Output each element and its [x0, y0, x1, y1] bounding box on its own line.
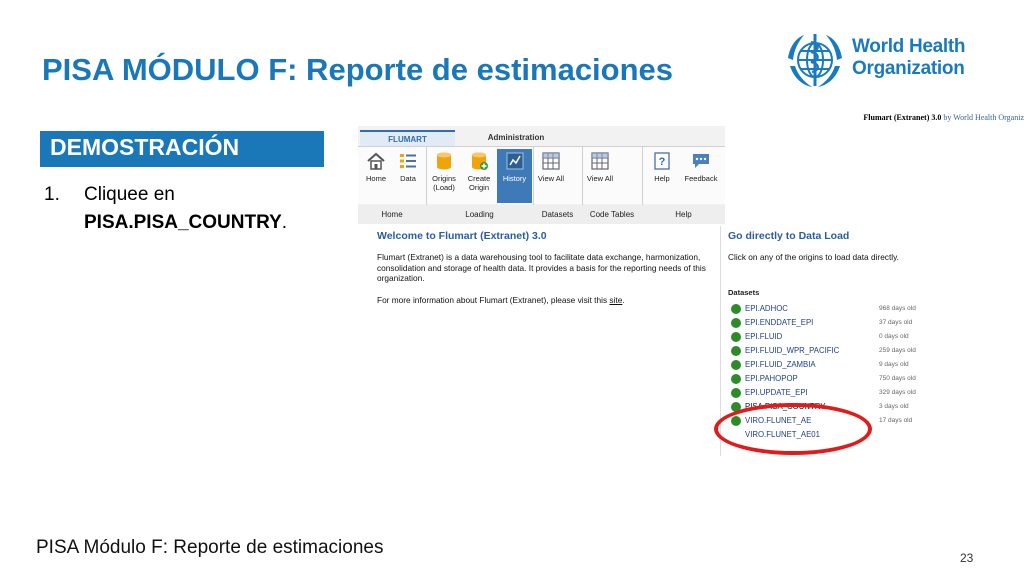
- list-icon: [400, 154, 416, 168]
- site-link[interactable]: site: [609, 295, 622, 305]
- ribbon-origins-label: Origins (Load): [432, 174, 456, 192]
- welcome-more-period: .: [622, 295, 625, 305]
- app-brand-by: by World Health Organiz: [943, 113, 1024, 122]
- dataset-age: 968 days old: [879, 305, 916, 312]
- ribbon-help-button[interactable]: ? Help: [646, 149, 678, 203]
- ribbon-history-button[interactable]: History: [497, 149, 532, 203]
- footer-title: PISA Módulo F: Reporte de estimaciones: [36, 537, 384, 558]
- help-icon: ?: [654, 152, 670, 170]
- step-text: Cliquee en: [84, 184, 175, 205]
- ribbon-view-all-codetables-button[interactable]: View All: [584, 149, 616, 203]
- slide-title: PISA MÓDULO F: Reporte de estimaciones: [42, 52, 674, 87]
- database-icon: [437, 152, 451, 170]
- dataset-age: 0 days old: [879, 333, 909, 340]
- dataset-name[interactable]: EPI.UPDATE_EPI: [745, 388, 808, 397]
- ribbon-create-origin-label: Create Origin: [467, 174, 491, 192]
- step-number: 1.: [44, 184, 60, 205]
- status-dot-icon: [731, 374, 741, 384]
- ribbon-group-home: Home: [381, 210, 403, 219]
- tab-administration[interactable]: Administration: [468, 130, 564, 146]
- dataset-row[interactable]: EPI.FLUID_WPR_PACIFIC 259 days old: [731, 344, 931, 358]
- who-emblem-icon: [788, 34, 842, 87]
- svg-text:?: ?: [659, 156, 666, 168]
- ribbon-toolbar: FLUMART Administration Home Data Origins…: [358, 126, 725, 224]
- ribbon-home-button[interactable]: Home: [360, 149, 392, 203]
- ribbon-group-labels: Home Loading Datasets Code Tables Help: [358, 205, 725, 224]
- direct-load-text: Click on any of the origins to load data…: [728, 252, 899, 262]
- grid-icon: [591, 152, 609, 170]
- ribbon-group-code-tables: Code Tables: [589, 210, 635, 219]
- status-dot-icon: [731, 346, 741, 356]
- dataset-age: 3 days old: [879, 403, 909, 410]
- page-number: 23: [960, 551, 974, 565]
- dataset-name[interactable]: EPI.FLUID: [745, 332, 782, 341]
- dataset-age: 329 days old: [879, 389, 916, 396]
- tab-flumart[interactable]: FLUMART: [360, 130, 455, 146]
- dataset-name[interactable]: EPI.ADHOC: [745, 304, 788, 313]
- ribbon-feedback-button[interactable]: Feedback: [682, 149, 720, 203]
- ribbon-origins-load-button[interactable]: Origins (Load): [428, 149, 460, 203]
- dataset-age: 9 days old: [879, 361, 909, 368]
- dataset-row[interactable]: EPI.ENDDATE_EPI 37 days old: [731, 316, 931, 330]
- dataset-name[interactable]: EPI.ENDDATE_EPI: [745, 318, 813, 327]
- status-dot-icon: [731, 332, 741, 342]
- welcome-more-text: For more information about Flumart (Extr…: [377, 295, 608, 305]
- who-logo-text: World Health Organization: [852, 36, 966, 80]
- ribbon-group-datasets: Datasets: [541, 210, 574, 219]
- dataset-age: 750 days old: [879, 375, 916, 382]
- highlight-ellipse: [714, 403, 872, 455]
- dataset-name[interactable]: EPI.FLUID_WPR_PACIFIC: [745, 346, 839, 355]
- app-brand-name: Flumart (Extranet) 3.0: [863, 113, 942, 122]
- status-dot-icon: [731, 318, 741, 328]
- welcome-text: Flumart (Extranet) is a data warehousing…: [377, 252, 706, 283]
- status-dot-icon: [731, 360, 741, 370]
- step-period: .: [281, 212, 288, 233]
- dataset-row[interactable]: EPI.FLUID_ZAMBIA 9 days old: [731, 358, 931, 372]
- history-icon: [506, 152, 523, 170]
- feedback-icon: [693, 154, 709, 168]
- who-logo-line1: World Health: [852, 36, 966, 57]
- welcome-title: Welcome to Flumart (Extranet) 3.0: [377, 230, 547, 242]
- ribbon-help-label: Help: [654, 174, 670, 183]
- ribbon-group-help: Help: [675, 210, 692, 219]
- dataset-row[interactable]: EPI.FLUID 0 days old: [731, 330, 931, 344]
- step-target: PISA.PISA_COUNTRY.: [84, 209, 287, 237]
- dataset-name[interactable]: EPI.PAHOPOP: [745, 374, 798, 383]
- dataset-row[interactable]: EPI.UPDATE_EPI 329 days old: [731, 386, 931, 400]
- ribbon-feedback-label: Feedback: [684, 174, 718, 183]
- ribbon-view-all-datasets-label: View All: [537, 174, 565, 183]
- ribbon-group-loading: Loading: [465, 210, 494, 219]
- datasets-heading: Datasets: [728, 288, 760, 297]
- ribbon-body: Home Data Origins (Load) Create Origin H…: [358, 146, 725, 204]
- dataset-name[interactable]: EPI.FLUID_ZAMBIA: [745, 360, 816, 369]
- grid-icon: [542, 152, 560, 170]
- dataset-row[interactable]: EPI.PAHOPOP 750 days old: [731, 372, 931, 386]
- ribbon-history-label: History: [502, 174, 527, 183]
- who-logo-line2: Organization: [852, 58, 965, 79]
- ribbon-view-all-codetables-label: View All: [586, 174, 614, 183]
- who-logo: World Health Organization: [784, 30, 974, 90]
- dataset-age: 259 days old: [879, 347, 916, 354]
- ribbon-data-label: Data: [400, 174, 416, 183]
- welcome-more-info: For more information about Flumart (Extr…: [377, 295, 625, 305]
- home-icon: [367, 152, 385, 170]
- ribbon-create-origin-button[interactable]: Create Origin: [463, 149, 495, 203]
- status-dot-icon: [731, 388, 741, 398]
- database-add-icon: [472, 152, 488, 170]
- step-target-name: PISA.PISA_COUNTRY: [84, 212, 282, 233]
- app-brand: Flumart (Extranet) 3.0 by World Health O…: [863, 113, 1024, 122]
- demo-badge: DEMOSTRACIÓN: [40, 131, 324, 167]
- dataset-row[interactable]: EPI.ADHOC 968 days old: [731, 302, 931, 316]
- dataset-age: 37 days old: [879, 319, 913, 326]
- direct-load-title: Go directly to Data Load: [728, 230, 850, 242]
- ribbon-view-all-datasets-button[interactable]: View All: [535, 149, 567, 203]
- status-dot-icon: [731, 304, 741, 314]
- app-screenshot: Flumart (Extranet) 3.0 by World Health O…: [358, 108, 1024, 458]
- ribbon-data-button[interactable]: Data: [392, 149, 424, 203]
- dataset-age: 17 days old: [879, 417, 913, 424]
- ribbon-home-label: Home: [365, 174, 386, 183]
